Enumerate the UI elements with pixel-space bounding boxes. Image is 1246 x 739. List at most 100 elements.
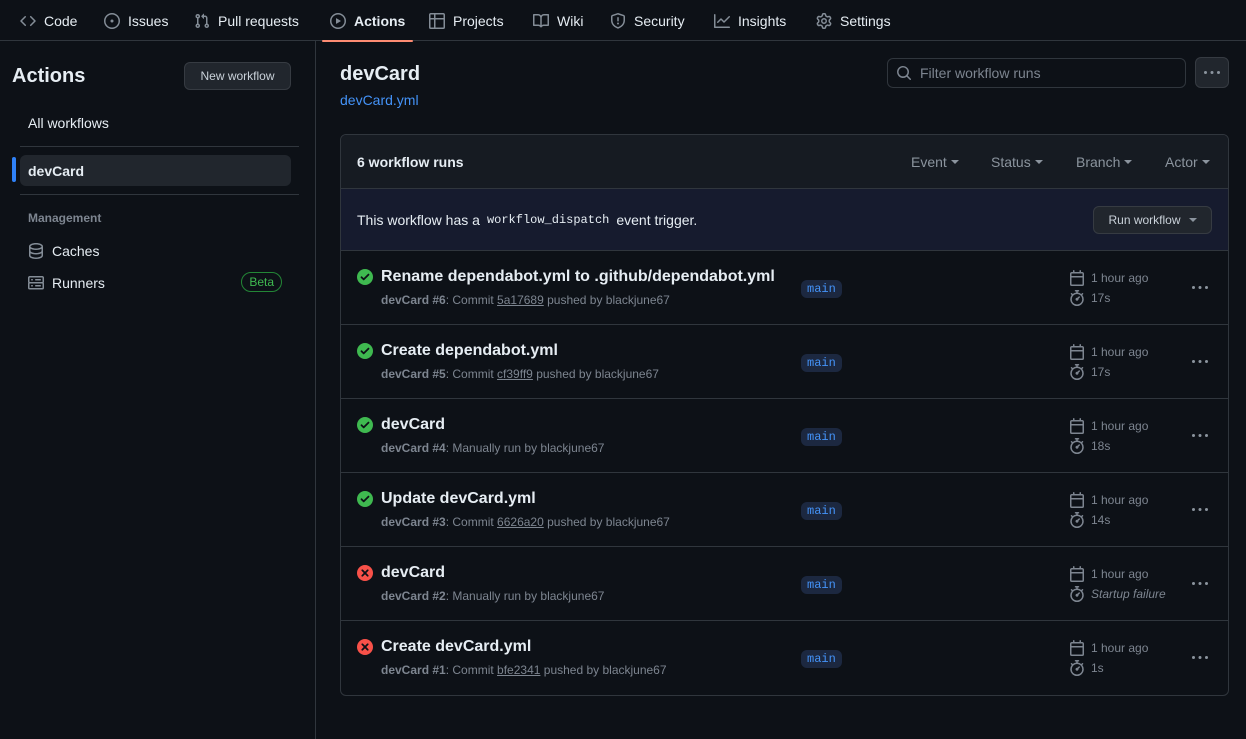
- run-meta: devCard #2: Manually run by blackjune67: [381, 589, 604, 603]
- tab-projects[interactable]: Projects: [429, 0, 504, 41]
- run-time-text: 1 hour ago: [1091, 641, 1149, 655]
- more-options-button[interactable]: [1195, 57, 1229, 88]
- tab-insights[interactable]: Insights: [714, 0, 786, 41]
- run-time: 1 hour ago: [1069, 418, 1148, 434]
- workflow-run-row[interactable]: Create devCard.yml devCard #1: Commit bfe…: [341, 621, 1228, 695]
- run-workflow-number: devCard #4: [381, 441, 446, 455]
- tab-pull-requests[interactable]: Pull requests: [194, 0, 299, 41]
- run-duration-text: 18s: [1091, 439, 1111, 453]
- run-options-button[interactable]: [1186, 501, 1214, 519]
- calendar-icon: [1069, 492, 1085, 508]
- run-options-button[interactable]: [1186, 427, 1214, 445]
- run-title[interactable]: Create dependabot.yml: [381, 342, 558, 360]
- commit-sha-link[interactable]: bfe2341: [497, 663, 540, 677]
- run-title[interactable]: Update devCard.yml: [381, 490, 536, 508]
- run-duration: 17s: [1069, 290, 1110, 306]
- new-workflow-button[interactable]: New workflow: [184, 62, 291, 90]
- event-filter[interactable]: Event: [911, 154, 959, 170]
- run-duration: 14s: [1069, 512, 1110, 528]
- play-icon: [330, 12, 346, 29]
- run-time: 1 hour ago: [1069, 344, 1148, 360]
- sidebar-item-all-workflows[interactable]: All workflows: [20, 107, 291, 138]
- sidebar-item-runners[interactable]: Runners Beta: [28, 272, 286, 294]
- run-desc-prefix: Manually run by blackjune67: [452, 589, 605, 603]
- sidebar-item-label: Runners: [52, 275, 105, 291]
- stopwatch-icon: [1069, 438, 1085, 454]
- workflow-run-row[interactable]: devCard devCard #4: Manually run by black…: [341, 399, 1228, 473]
- run-workflow-number: devCard #3: [381, 515, 446, 529]
- dispatch-banner: This workflow has a workflow_dispatch ev…: [341, 189, 1228, 251]
- tab-actions[interactable]: Actions: [321, 0, 414, 42]
- run-title[interactable]: Create devCard.yml: [381, 638, 531, 656]
- sidebar-item-devcard[interactable]: devCard: [20, 155, 291, 186]
- tab-label: Pull requests: [218, 12, 299, 29]
- branch-filter[interactable]: Branch: [1076, 154, 1133, 170]
- runs-count: 6 workflow runs: [357, 154, 464, 170]
- tab-code[interactable]: Code: [20, 0, 77, 41]
- workflow-run-row[interactable]: Update devCard.yml devCard #3: Commit 662…: [341, 473, 1228, 547]
- branch-label[interactable]: main: [801, 428, 842, 446]
- status-filter[interactable]: Status: [991, 154, 1043, 170]
- run-meta: devCard #5: Commit cf39ff9 pushed by bla…: [381, 367, 659, 381]
- run-time-text: 1 hour ago: [1091, 345, 1149, 359]
- run-title[interactable]: devCard: [381, 564, 445, 582]
- beta-badge: Beta: [241, 272, 282, 292]
- run-desc-suffix: pushed by blackjune67: [532, 367, 659, 381]
- kebab-horizontal-icon: [1192, 354, 1208, 370]
- tab-security[interactable]: Security: [610, 0, 685, 41]
- run-duration: Startup failure: [1069, 586, 1166, 602]
- branch-label[interactable]: main: [801, 576, 842, 594]
- tab-settings[interactable]: Settings: [816, 0, 891, 41]
- caret-down-icon: [1124, 160, 1133, 164]
- branch-label[interactable]: main: [801, 650, 842, 668]
- gear-icon: [816, 12, 832, 29]
- run-time-text: 1 hour ago: [1091, 493, 1149, 507]
- branch-label[interactable]: main: [801, 280, 842, 298]
- check-circle-fill-icon: [357, 269, 373, 285]
- run-workflow-button[interactable]: Run workflow: [1093, 206, 1212, 234]
- run-time-text: 1 hour ago: [1091, 271, 1149, 285]
- run-title[interactable]: devCard: [381, 416, 445, 434]
- calendar-icon: [1069, 418, 1085, 434]
- run-title[interactable]: Rename dependabot.yml to .github/dependa…: [381, 268, 775, 286]
- filter-label: Actor: [1165, 154, 1198, 170]
- branch-label[interactable]: main: [801, 354, 842, 372]
- kebab-horizontal-icon: [1192, 502, 1208, 518]
- run-time: 1 hour ago: [1069, 270, 1148, 286]
- caret-down-icon: [1034, 160, 1043, 164]
- run-options-button[interactable]: [1186, 649, 1214, 667]
- shield-icon: [610, 12, 626, 29]
- run-desc-prefix: Commit: [452, 293, 498, 307]
- run-meta: devCard #6: Commit 5a17689 pushed by bla…: [381, 293, 670, 307]
- sidebar-item-caches[interactable]: Caches: [28, 240, 286, 262]
- run-time: 1 hour ago: [1069, 640, 1148, 656]
- dispatch-text: This workflow has a workflow_dispatch ev…: [357, 212, 697, 228]
- branch-label[interactable]: main: [801, 502, 842, 520]
- run-time: 1 hour ago: [1069, 566, 1148, 582]
- workflow-run-row[interactable]: Create dependabot.yml devCard #5: Commit …: [341, 325, 1228, 399]
- tab-label: Insights: [738, 12, 787, 29]
- management-heading: Management: [28, 211, 102, 225]
- stopwatch-icon: [1069, 364, 1085, 380]
- workflow-run-row[interactable]: Rename dependabot.yml to .github/dependa…: [341, 251, 1228, 325]
- run-desc-suffix: pushed by blackjune67: [543, 515, 670, 529]
- workflow-file-link[interactable]: devCard.yml: [340, 92, 419, 108]
- run-duration-text: 14s: [1091, 513, 1111, 527]
- caret-down-icon: [950, 160, 959, 164]
- run-workflow-number: devCard #1: [381, 663, 446, 677]
- commit-sha-link[interactable]: cf39ff9: [497, 367, 533, 381]
- workflow-run-row[interactable]: devCard devCard #2: Manually run by black…: [341, 547, 1228, 621]
- commit-sha-link[interactable]: 6626a20: [497, 515, 544, 529]
- search-input[interactable]: [920, 65, 1170, 81]
- run-options-button[interactable]: [1186, 575, 1214, 593]
- tab-label: Projects: [453, 12, 504, 29]
- workflow-title: devCard: [340, 63, 421, 85]
- tab-issues[interactable]: Issues: [104, 0, 168, 41]
- commit-sha-link[interactable]: 5a17689: [497, 293, 544, 307]
- run-meta: devCard #1: Commit bfe2341 pushed by bla…: [381, 663, 667, 677]
- run-options-button[interactable]: [1186, 353, 1214, 371]
- tab-wiki[interactable]: Wiki: [533, 0, 583, 41]
- run-duration-text: 1s: [1091, 661, 1104, 675]
- actor-filter[interactable]: Actor: [1165, 154, 1210, 170]
- run-options-button[interactable]: [1186, 279, 1214, 297]
